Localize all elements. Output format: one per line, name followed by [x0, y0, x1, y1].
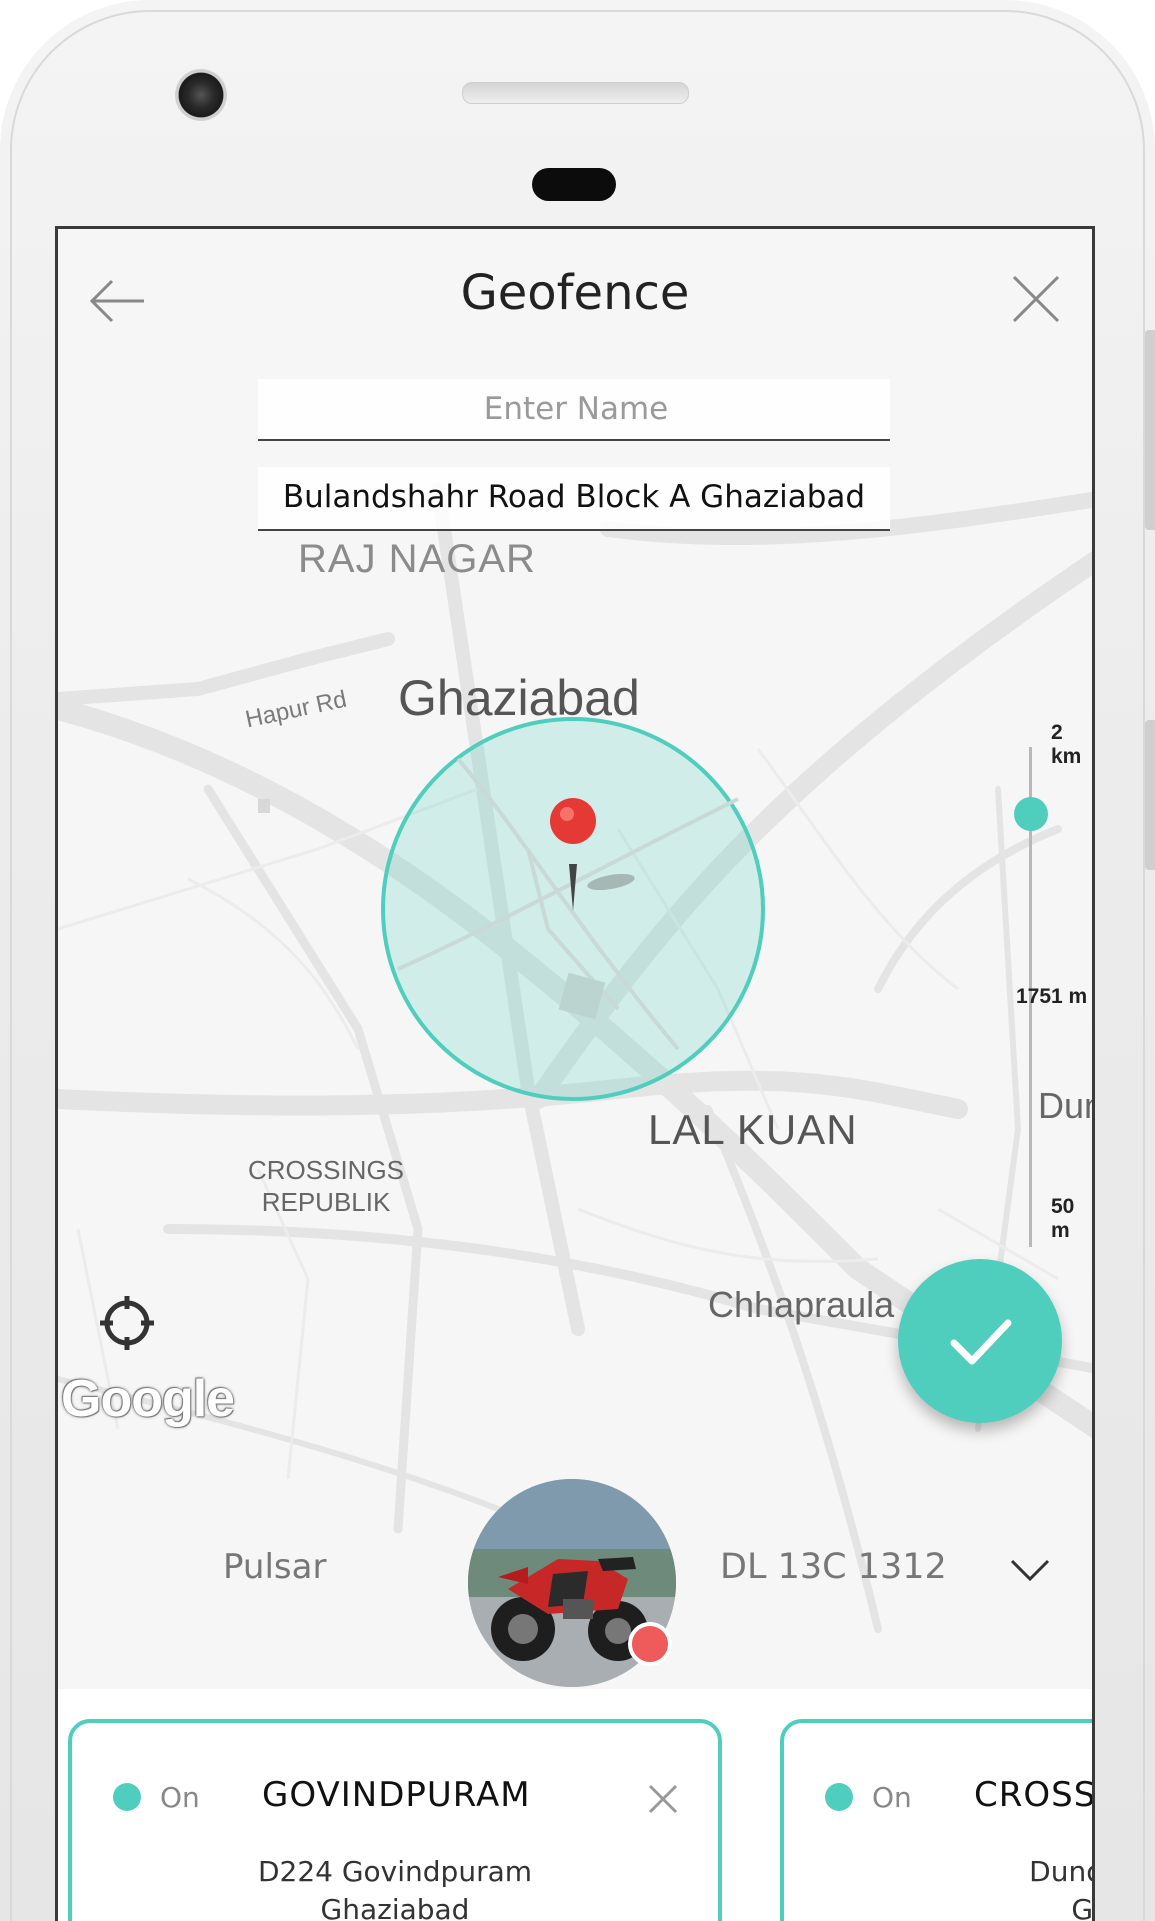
geofence-title: GOVINDPURAM [262, 1775, 531, 1815]
slider-max-label: 2 km [1051, 721, 1082, 768]
map-label-crossings-line2: REPUBLIK [261, 1187, 391, 1217]
slider-thumb[interactable] [1014, 797, 1048, 831]
check-icon [950, 1319, 1012, 1365]
map-label-raj-nagar: RAJ NAGAR [298, 537, 536, 581]
app-screen: RAJ NAGAR Ghaziabad Hapur Rd LAL KUAN CR… [55, 226, 1095, 1921]
my-location-button[interactable] [98, 1294, 156, 1352]
geofence-address: Dundahera Ghaz [784, 1853, 1094, 1921]
crosshair-icon [100, 1296, 154, 1350]
geofence-name-input[interactable] [258, 379, 894, 439]
geofence-address-line1: Dundahera [1029, 1855, 1092, 1888]
confirm-button[interactable] [898, 1259, 1062, 1423]
delete-geofence-button[interactable] [647, 1783, 679, 1815]
google-attribution: Google [61, 1370, 235, 1428]
front-camera [175, 69, 227, 121]
geofence-title: CROSSHI [974, 1775, 1095, 1815]
geofence-address-line2: Ghaz [1071, 1893, 1094, 1921]
earpiece [532, 168, 616, 201]
vehicle-plate: DL 13C 1312 [720, 1547, 947, 1587]
chevron-down-icon [1010, 1559, 1050, 1582]
radius-slider[interactable]: 2 km 1751 m 50 m [968, 721, 1092, 1249]
volume-button [1145, 330, 1155, 530]
geofence-address-line1: D224 Govindpuram [257, 1855, 533, 1888]
map-label-crossings-republik: CROSSINGS REPUBLIK [248, 1154, 404, 1218]
geofence-name-field[interactable] [258, 379, 894, 441]
close-icon [1012, 275, 1060, 323]
speaker-grille [462, 82, 689, 104]
map-label-ghaziabad: Ghaziabad [398, 670, 640, 726]
status-dot [825, 1783, 853, 1811]
geofence-card[interactable]: On CROSSHI Dundahera Ghaz [780, 1719, 1095, 1921]
status-dot [113, 1783, 141, 1811]
map-label-crossings-line1: CROSSINGS [248, 1155, 405, 1185]
address-field[interactable]: Bulandshahr Road Block A Ghaziabad [258, 467, 890, 531]
vehicle-dropdown[interactable] [1008, 1555, 1052, 1585]
close-button[interactable] [1008, 271, 1064, 327]
map-view[interactable]: RAJ NAGAR Ghaziabad Hapur Rd LAL KUAN CR… [58, 229, 1092, 1689]
phone-frame: RAJ NAGAR Ghaziabad Hapur Rd LAL KUAN CR… [0, 0, 1155, 1921]
vehicle-name: Pulsar [223, 1547, 327, 1587]
power-button [1145, 720, 1155, 870]
slider-min-label: 50 m [1051, 1195, 1075, 1242]
app-bar: Geofence [58, 229, 1092, 349]
close-icon [648, 1784, 678, 1814]
geofence-address: D224 Govindpuram Ghaziabad [72, 1853, 718, 1921]
geofence-address-line2: Ghaziabad [320, 1893, 470, 1921]
geofence-card[interactable]: On GOVINDPURAM D224 Govindpuram Ghaziaba… [68, 1719, 722, 1921]
status-label: On [872, 1781, 912, 1814]
vehicle-status-dot [628, 1622, 672, 1666]
map-label-lal-kuan: LAL KUAN [648, 1106, 858, 1153]
slider-current-label: 1751 m [1016, 985, 1088, 1008]
vehicle-selector[interactable]: Pulsar DL 13C 1312 [58, 1479, 1092, 1689]
status-label: On [160, 1781, 200, 1814]
page-title: Geofence [460, 265, 690, 321]
map-label-chhapraula: Chhapraula [708, 1284, 895, 1325]
map-roads [58, 229, 1092, 1689]
